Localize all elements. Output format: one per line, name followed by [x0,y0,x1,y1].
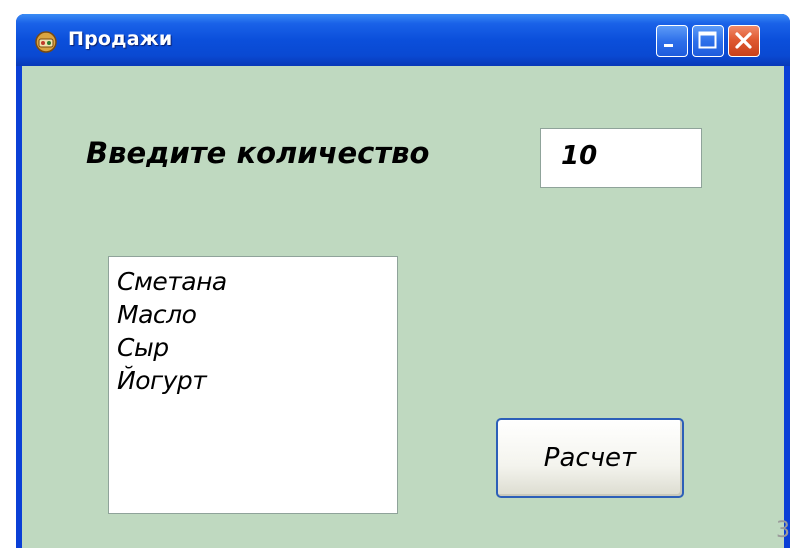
maximize-button[interactable] [692,25,724,57]
close-button[interactable] [728,25,760,57]
list-item-maslo[interactable]: Масло [117,298,397,331]
app-icon[interactable] [34,30,58,54]
minimize-icon [664,44,673,47]
maximize-icon [698,31,717,49]
list-item-yogurt[interactable]: Йогурт [117,364,397,397]
minimize-button[interactable] [656,25,688,57]
form-client-area: Введите количество 10 Сметана Масло Сыр … [22,66,784,548]
page-number: 3 [776,518,790,543]
list-item-syr[interactable]: Сыр [117,331,397,364]
product-listbox[interactable]: Сметана Масло Сыр Йогурт [108,256,398,514]
list-item-smetana[interactable]: Сметана [117,265,397,298]
sales-window: Продажи Введите количество 10 Сметана Ма… [16,14,790,548]
window-title: Продажи [68,28,173,50]
close-icon [735,32,752,49]
title-bar[interactable]: Продажи [16,14,790,66]
calculate-button[interactable]: Расчет [496,418,684,498]
quantity-input[interactable]: 10 [540,128,702,188]
quantity-prompt-label: Введите количество [86,136,430,170]
